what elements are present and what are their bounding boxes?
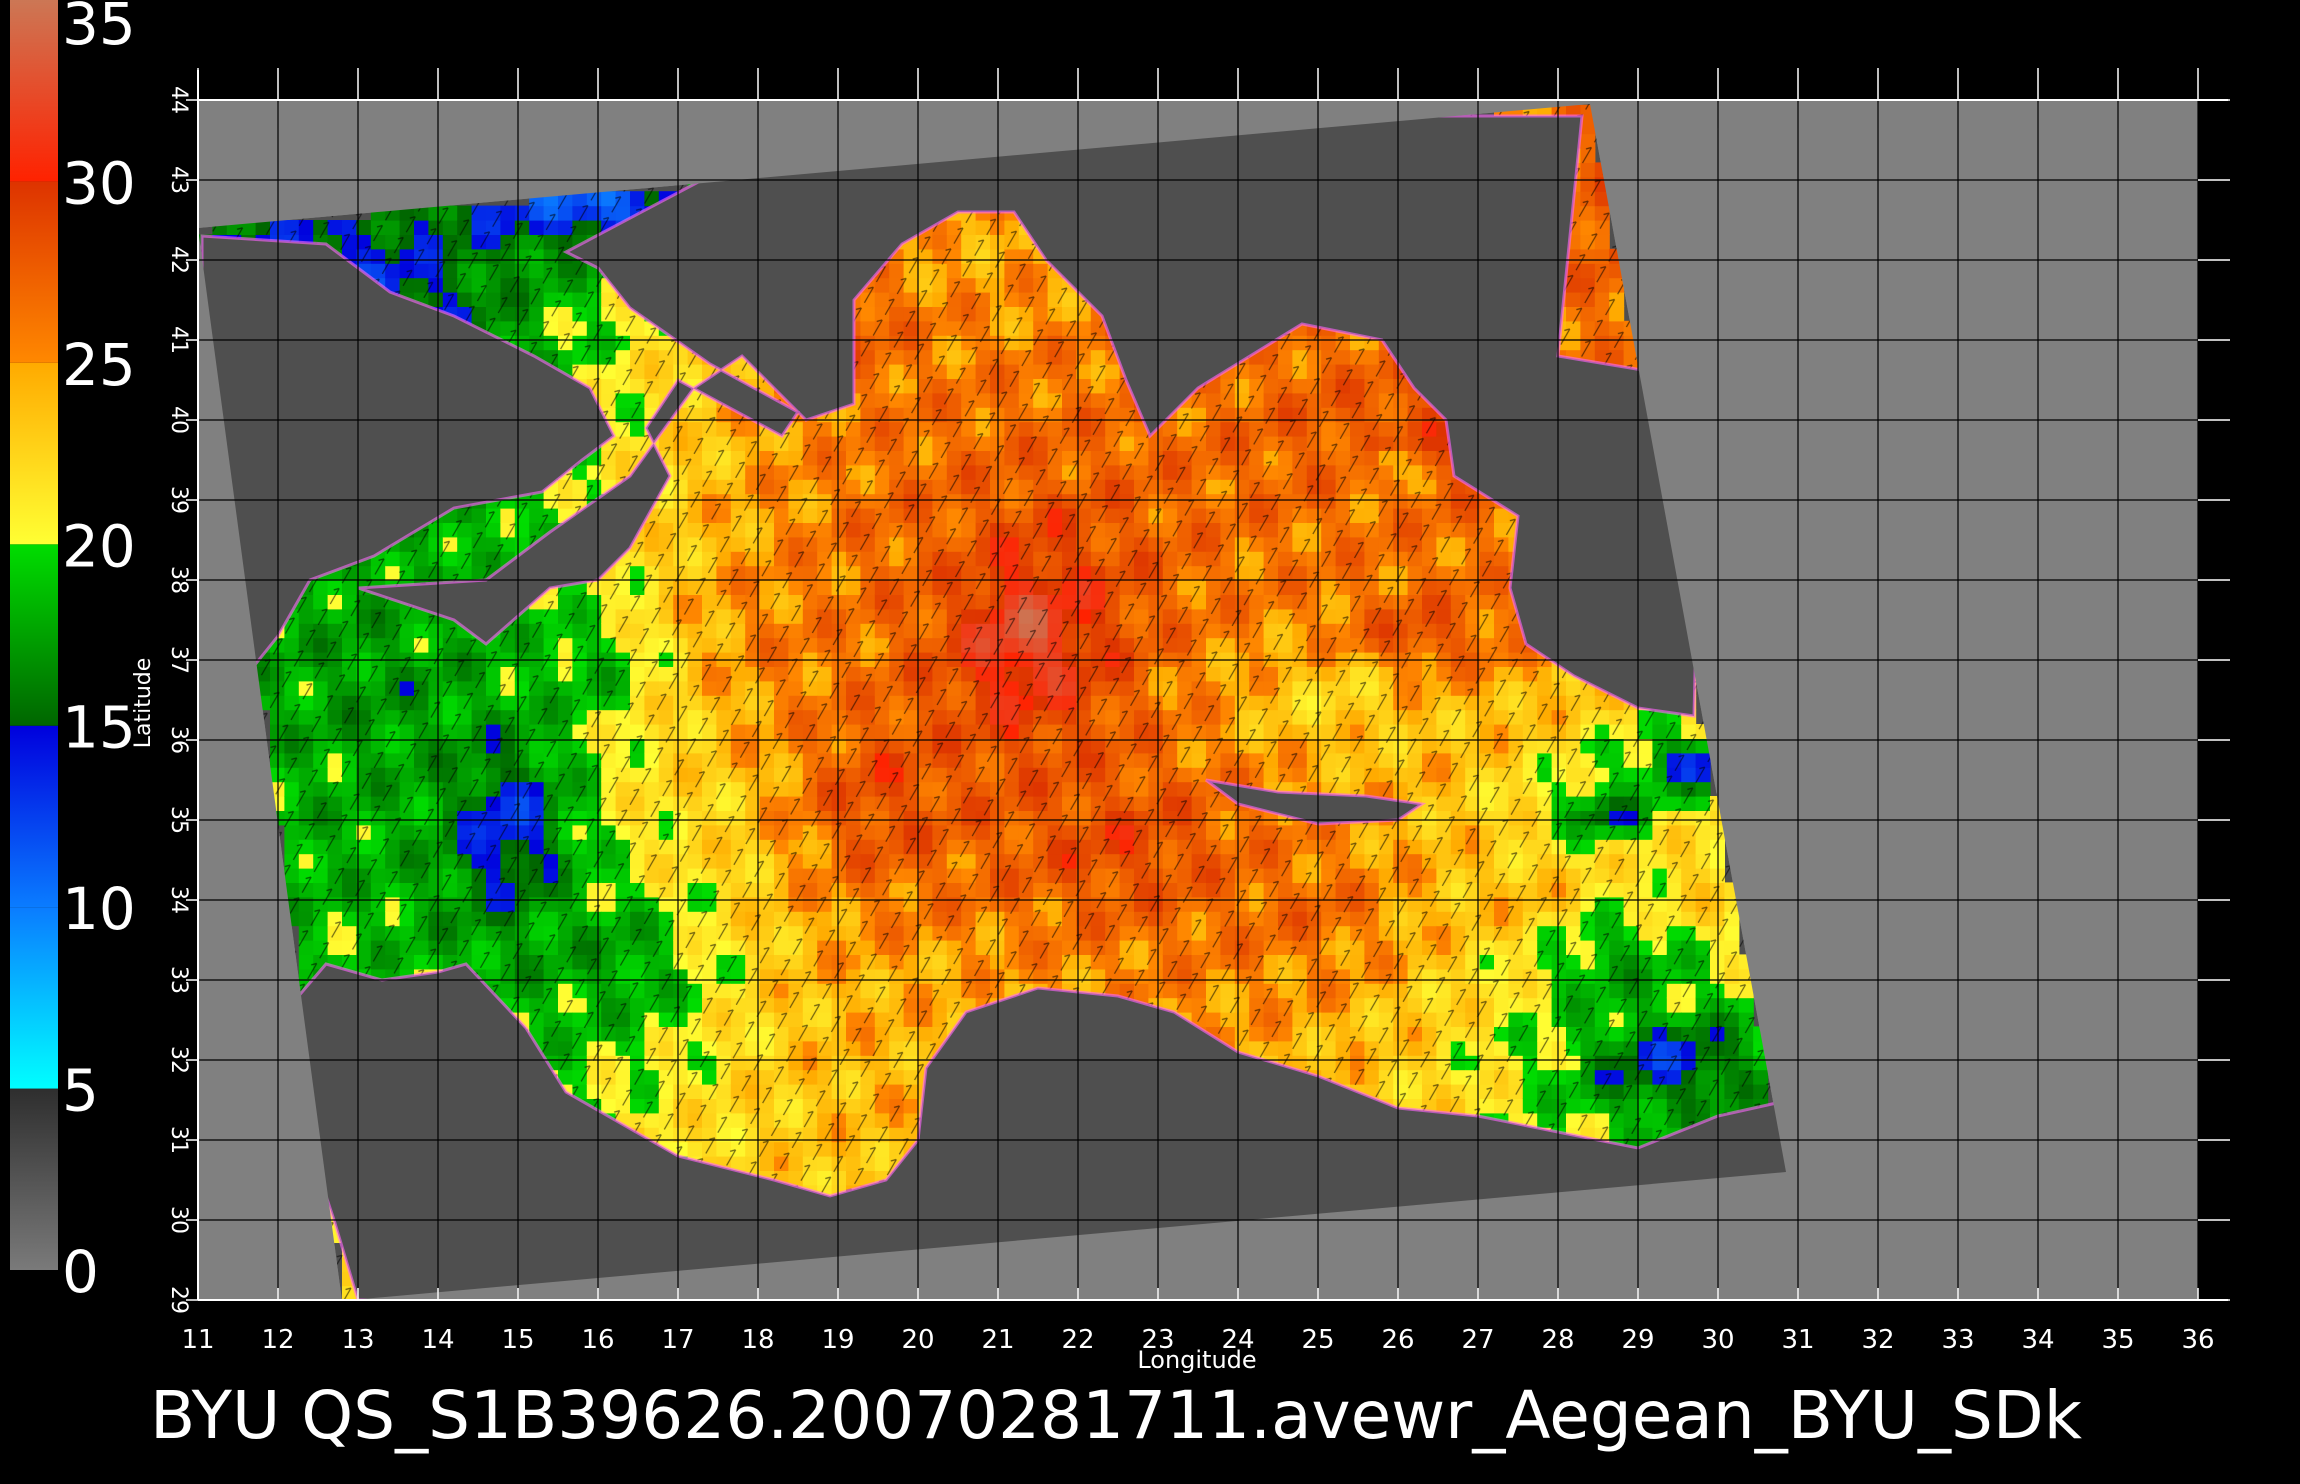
colorbar-tick-label: 10 xyxy=(62,875,136,943)
colorbar-segment xyxy=(10,1088,58,1270)
colorbar-segment xyxy=(10,725,58,908)
colorbar-tick-label: 0 xyxy=(62,1238,99,1306)
colorbar-segment xyxy=(10,362,58,545)
colorbar-tick-label: 5 xyxy=(62,1057,99,1125)
colorbar-tick-label: 25 xyxy=(62,331,136,399)
colorbar: 0 5 10 15 20 25 30 35 xyxy=(10,0,136,1306)
colorbar-segment xyxy=(10,181,58,363)
plot-area xyxy=(198,100,2198,1300)
wind-speed-map: 0 5 10 15 20 25 30 35 11 12 13 14 15 16 17 18 19 20 21 22 2… xyxy=(0,0,2300,1480)
colorbar-tick-label: 35 xyxy=(62,0,136,58)
colorbar-segment xyxy=(10,0,58,182)
colorbar-segment xyxy=(10,907,58,1089)
colorbar-tick-label: 15 xyxy=(62,694,136,762)
colorbar-segment xyxy=(10,544,58,726)
colorbar-tick-label: 20 xyxy=(62,512,136,580)
colorbar-tick-label: 30 xyxy=(62,149,136,217)
chart-svg: 05101520253035 11 12 13 14 15 16 17 18 19 20 21 22 2… xyxy=(10,0,2230,1454)
